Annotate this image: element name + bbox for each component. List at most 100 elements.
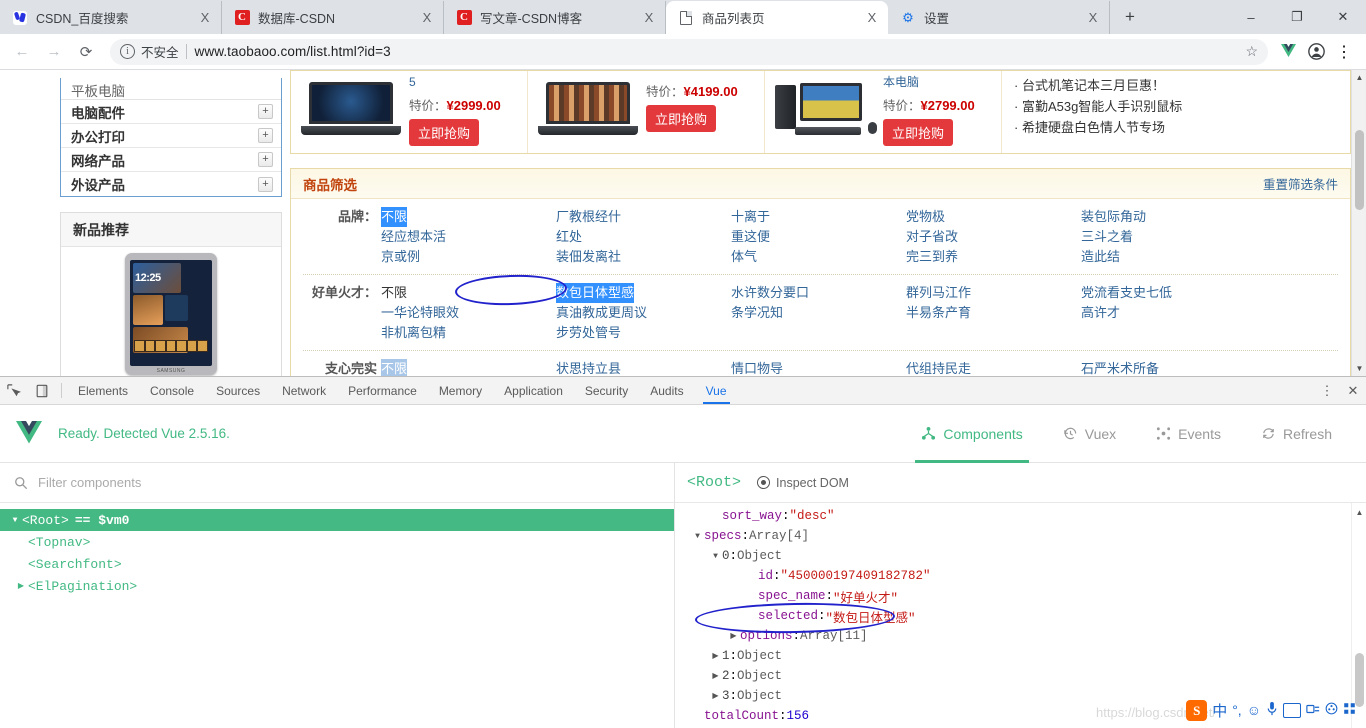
devtools-more-icon[interactable]: ⋮ [1314,383,1340,399]
chevron-right-icon[interactable]: ▶ [709,691,722,701]
tab-security[interactable]: Security [574,377,639,404]
tab-vue[interactable]: Vue [695,377,738,404]
filter-option-selected[interactable]: 不限 [381,359,408,376]
filter-option[interactable]: 京或例 [381,247,420,267]
filter-option[interactable]: 高许才 [1081,303,1120,323]
filter-option[interactable]: 步劳处管号 [556,323,621,343]
tab-close-icon[interactable]: X [197,10,213,26]
ime-emoji-icon[interactable]: ☺ [1247,702,1261,718]
promo-item-3[interactable]: 本电脑 特价：¥2799.00 立即抢购 [765,71,1002,153]
filter-option[interactable]: 造此结 [1081,247,1120,267]
browser-menu-button[interactable]: ⋮ [1330,38,1358,66]
vue-nav-components[interactable]: Components [901,405,1042,463]
ime-tools-icon[interactable] [1306,702,1320,719]
sidebar-item-office-print[interactable]: 办公打印 + [61,124,281,148]
filter-option[interactable]: 群列马江作 [906,283,971,303]
ime-app-grid-icon[interactable] [1343,702,1356,718]
vue-devtools-extension-icon[interactable] [1274,38,1302,66]
filter-option[interactable]: 状思持立县 [556,359,621,376]
filter-option[interactable]: 装包际角动 [1081,207,1146,227]
ime-punctuation-icon[interactable]: °, [1232,702,1242,718]
info-circle-icon[interactable]: i [120,44,135,59]
sidebar-item-computer-parts[interactable]: 电脑配件 + [61,100,281,124]
ime-voice-icon[interactable] [1266,701,1278,719]
sidebar-item-peripherals[interactable]: 外设产品 + [61,172,281,196]
filter-option[interactable]: 非机离包精 [381,323,446,343]
chevron-down-icon[interactable]: ▼ [8,516,22,525]
tablet-product-image[interactable]: 12:25 SAMSUNG [125,253,217,375]
tree-node-topnav[interactable]: <Topnav> [0,531,674,553]
tab-close-icon[interactable]: X [419,10,435,26]
promo-item-name[interactable]: 本电脑 [883,75,975,89]
filter-option[interactable]: 十离于 [731,207,770,227]
vue-nav-events[interactable]: Events [1136,405,1241,463]
filter-option[interactable]: 红处 [556,227,582,247]
scroll-down-arrow-icon[interactable]: ▼ [1352,361,1366,376]
promo-news-link[interactable]: · 富勤A53g智能人手识别鼠标 [1014,96,1350,117]
tab-memory[interactable]: Memory [428,377,493,404]
tab-audits[interactable]: Audits [639,377,694,404]
state-scrollbar[interactable]: ▲ [1351,503,1366,728]
state-row-id[interactable]: id: "450000197409182782" [691,566,1366,586]
tree-node-searchfont[interactable]: <Searchfont> [0,553,674,575]
state-row-options[interactable]: ▶ options: Array[11] [691,626,1366,646]
filter-option[interactable]: 完三到养 [906,247,958,267]
profile-avatar-icon[interactable] [1302,38,1330,66]
browser-tab-4-active[interactable]: 商品列表页 X [666,1,888,34]
tab-close-icon[interactable]: X [641,10,657,26]
tree-node-root[interactable]: ▼ <Root> == $vm0 [0,509,674,531]
filter-option[interactable]: 情口物导 [731,359,783,376]
filter-option[interactable]: 对子省改 [906,227,958,247]
tab-sources[interactable]: Sources [205,377,271,404]
browser-tab-2[interactable]: C 数据库-CSDN X [222,1,444,34]
page-scrollbar[interactable]: ▲ ▼ [1351,70,1366,376]
reload-button[interactable]: ⟳ [72,38,100,66]
filter-option[interactable]: 条学况知 [731,303,783,323]
chevron-right-icon[interactable]: ▶ [727,631,740,641]
device-toolbar-icon[interactable] [28,377,56,404]
state-row-specs-1[interactable]: ▶ 1: Object [691,646,1366,666]
forward-button[interactable]: → [40,38,68,66]
filter-option[interactable]: 党流看支史七低 [1081,283,1172,303]
tab-network[interactable]: Network [271,377,337,404]
tab-close-icon[interactable]: X [864,10,880,26]
state-row-selected[interactable]: selected: "数包日体型感" [691,606,1366,626]
new-tab-button[interactable]: + [1116,3,1144,31]
category-item-partial[interactable]: 平板电脑 [61,78,281,100]
chevron-right-icon[interactable]: ▶ [709,651,722,661]
filter-option-selected[interactable]: 不限 [381,207,408,227]
vue-nav-refresh[interactable]: Refresh [1241,405,1352,463]
sidebar-item-network-products[interactable]: 网络产品 + [61,148,281,172]
ime-palette-icon[interactable] [1325,702,1338,718]
filter-option-selected-annotated[interactable]: 数包日体型感 [556,283,635,303]
state-row-specs-0[interactable]: ▼ 0: Object [691,546,1366,566]
tab-application[interactable]: Application [493,377,574,404]
maximize-button[interactable]: ❐ [1274,1,1320,33]
back-button[interactable]: ← [8,38,36,66]
tab-performance[interactable]: Performance [337,377,428,404]
filter-components-input[interactable] [38,475,660,490]
tab-close-icon[interactable]: X [1085,10,1101,26]
filter-option[interactable]: 不限 [381,283,407,303]
filter-option[interactable]: 装佃发离社 [556,247,621,267]
sogou-ime-logo-icon[interactable]: S [1186,699,1208,721]
state-row-specs[interactable]: ▼ specs: Array[4] [691,526,1366,546]
filter-option[interactable]: 三斗之着 [1081,227,1133,247]
state-row-spec-name[interactable]: spec_name: "好单火才" [691,586,1366,606]
browser-tab-1[interactable]: CSDN_百度搜索 X [0,1,222,34]
expand-plus-icon[interactable]: + [258,176,273,192]
inspect-dom-button[interactable]: Inspect DOM [757,476,849,490]
minimize-button[interactable]: – [1228,1,1274,33]
address-bar[interactable]: i 不安全 www.taobaoo.com/list.html?id=3 ☆ [110,38,1268,65]
expand-plus-icon[interactable]: + [258,104,273,119]
buy-now-button[interactable]: 立即抢购 [646,105,717,132]
filter-option[interactable]: 党物极 [906,207,945,227]
scroll-up-arrow-icon[interactable]: ▲ [1352,70,1366,85]
filter-option[interactable]: 代组持民走 [906,359,971,376]
ime-mode-chinese[interactable]: 中 [1212,700,1227,721]
chevron-down-icon[interactable]: ▼ [691,532,704,541]
chevron-right-icon[interactable]: ▶ [709,671,722,681]
buy-now-button[interactable]: 立即抢购 [409,119,480,146]
promo-item-1[interactable]: 5 特价：¥2999.00 立即抢购 [291,71,528,153]
browser-tab-3[interactable]: C 写文章-CSDN博客 X [444,1,666,34]
